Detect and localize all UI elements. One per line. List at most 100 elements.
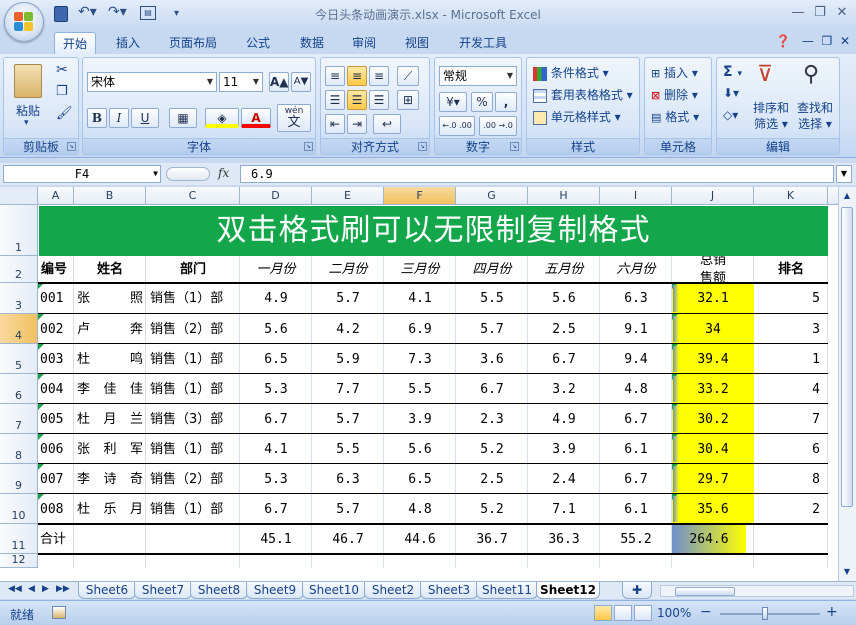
decrease-decimal-button[interactable]: .00 →.0 bbox=[479, 116, 517, 136]
comma-button[interactable]: , bbox=[495, 92, 517, 112]
record-month-5[interactable]: 2.5 bbox=[528, 314, 600, 344]
prev-sheet-icon[interactable]: ◀ bbox=[28, 584, 35, 594]
paste-button[interactable]: 粘贴 bbox=[16, 102, 40, 119]
bold-button[interactable]: B bbox=[87, 108, 107, 128]
record-month-6[interactable]: 9.4 bbox=[600, 344, 672, 374]
select-all-corner[interactable] bbox=[0, 187, 38, 205]
clear-icon[interactable]: ◇▾ bbox=[723, 108, 738, 122]
record-rank[interactable]: 7 bbox=[754, 404, 828, 434]
underline-button[interactable]: U bbox=[131, 108, 159, 128]
office-button[interactable] bbox=[4, 2, 44, 42]
percent-button[interactable]: % bbox=[471, 92, 493, 112]
clipboard-launcher-icon[interactable]: ↘ bbox=[67, 142, 76, 151]
record-month-6[interactable]: 6.7 bbox=[600, 464, 672, 494]
record-month-4[interactable]: 3.6 bbox=[456, 344, 528, 374]
record-month-2[interactable]: 5.5 bbox=[312, 434, 384, 464]
record-month-5[interactable]: 2.4 bbox=[528, 464, 600, 494]
header-month-5[interactable]: 五月份 bbox=[528, 256, 600, 283]
column-header-a[interactable]: A bbox=[38, 187, 74, 205]
next-sheet-icon[interactable]: ▶ bbox=[42, 584, 49, 594]
record-month-6[interactable]: 9.1 bbox=[600, 314, 672, 344]
row-header-7[interactable]: 7 bbox=[0, 404, 38, 434]
totals-month-2[interactable]: 46.7 bbox=[312, 524, 384, 554]
record-month-2[interactable]: 5.9 bbox=[312, 344, 384, 374]
record-month-4[interactable]: 6.7 bbox=[456, 374, 528, 404]
header-month-2[interactable]: 二月份 bbox=[312, 256, 384, 283]
header-total-sales[interactable]: 总销 售额 bbox=[672, 256, 754, 283]
record-month-5[interactable]: 3.9 bbox=[528, 434, 600, 464]
record-dept[interactable]: 销售（3）部 bbox=[146, 404, 240, 434]
name-box[interactable]: F4 ▼ bbox=[3, 165, 161, 183]
autosum-button[interactable]: Σ ▾ bbox=[723, 64, 742, 80]
sheet-tab-sheet10[interactable]: Sheet10 bbox=[302, 582, 366, 599]
record-month-1[interactable]: 5.6 bbox=[240, 314, 312, 344]
record-month-3[interactable]: 6.5 bbox=[384, 464, 456, 494]
header-rank[interactable]: 排名 bbox=[754, 256, 828, 283]
row-header-3[interactable]: 3 bbox=[0, 283, 38, 314]
sheet-tab-sheet8[interactable]: Sheet8 bbox=[190, 582, 248, 599]
borders-icon[interactable]: ▦ bbox=[169, 108, 197, 128]
shrink-font-icon[interactable]: A▼ bbox=[291, 72, 311, 92]
record-month-1[interactable]: 5.3 bbox=[240, 374, 312, 404]
record-month-2[interactable]: 7.7 bbox=[312, 374, 384, 404]
align-right-icon[interactable]: ☰ bbox=[369, 90, 389, 110]
header-id[interactable]: 编号 bbox=[38, 256, 74, 283]
macro-record-icon[interactable] bbox=[52, 606, 66, 619]
row-header-12[interactable]: 12 bbox=[0, 553, 38, 568]
column-header-i[interactable]: I bbox=[600, 187, 672, 205]
minimize-icon[interactable]: — bbox=[788, 4, 808, 22]
sheet-tab-sheet7[interactable]: Sheet7 bbox=[134, 582, 192, 599]
sheet-tab-sheet2[interactable]: Sheet2 bbox=[364, 582, 422, 599]
row-header-2[interactable]: 2 bbox=[0, 256, 38, 283]
restore-icon[interactable]: ❐ bbox=[810, 4, 830, 22]
tab-view[interactable]: 视图 bbox=[396, 32, 438, 54]
record-name[interactable]: 张利军 bbox=[74, 434, 146, 464]
totals-label[interactable]: 合计 bbox=[38, 524, 74, 554]
align-middle-icon[interactable]: ≡ bbox=[347, 66, 367, 86]
record-dept[interactable]: 销售（1）部 bbox=[146, 494, 240, 524]
record-rank[interactable]: 1 bbox=[754, 344, 828, 374]
tab-data[interactable]: 数据 bbox=[290, 32, 334, 54]
formula-input[interactable]: 6.9 bbox=[240, 165, 834, 183]
fill-icon[interactable]: ⬇▾ bbox=[723, 86, 739, 100]
delete-cells-button[interactable]: ⊠ 删除 ▾ bbox=[651, 86, 698, 103]
totals-month-3[interactable]: 44.6 bbox=[384, 524, 456, 554]
column-header-k[interactable]: K bbox=[754, 187, 828, 205]
record-month-5[interactable]: 6.7 bbox=[528, 344, 600, 374]
align-bottom-icon[interactable]: ≡ bbox=[369, 66, 389, 86]
sort-filter-icon[interactable]: ⊽ bbox=[757, 62, 773, 87]
header-month-1[interactable]: 一月份 bbox=[240, 256, 312, 283]
grow-font-icon[interactable]: A▲ bbox=[269, 72, 289, 92]
record-month-1[interactable]: 5.3 bbox=[240, 464, 312, 494]
cut-icon[interactable]: ✂ bbox=[56, 62, 68, 78]
record-total[interactable]: 32.1 bbox=[672, 283, 754, 314]
align-left-icon[interactable]: ☰ bbox=[325, 90, 345, 110]
totals-month-6[interactable]: 55.2 bbox=[600, 524, 672, 554]
format-cells-button[interactable]: ▤ 格式 ▾ bbox=[651, 108, 699, 125]
font-launcher-icon[interactable]: ↘ bbox=[304, 142, 313, 151]
record-month-5[interactable]: 4.9 bbox=[528, 404, 600, 434]
zoom-slider-thumb[interactable] bbox=[762, 607, 768, 620]
font-size-dropdown-icon[interactable]: ▼ bbox=[250, 73, 262, 91]
record-total[interactable]: 29.7 bbox=[672, 464, 754, 494]
record-dept[interactable]: 销售（1）部 bbox=[146, 434, 240, 464]
find-select-button[interactable]: 查找和 选择 ▾ bbox=[797, 100, 833, 132]
totals-month-1[interactable]: 45.1 bbox=[240, 524, 312, 554]
number-launcher-icon[interactable]: ↘ bbox=[510, 142, 519, 151]
header-month-3[interactable]: 三月份 bbox=[384, 256, 456, 283]
record-total[interactable]: 39.4 bbox=[672, 344, 754, 374]
insert-cells-button[interactable]: ⊞ 插入 ▾ bbox=[651, 64, 698, 81]
header-name[interactable]: 姓名 bbox=[74, 256, 146, 283]
record-month-4[interactable]: 2.5 bbox=[456, 464, 528, 494]
column-header-f[interactable]: F bbox=[384, 187, 456, 205]
row-header-8[interactable]: 8 bbox=[0, 434, 38, 464]
expand-formula-bar-icon[interactable]: ▼ bbox=[836, 165, 852, 183]
record-month-4[interactable]: 5.5 bbox=[456, 283, 528, 314]
header-month-6[interactable]: 六月份 bbox=[600, 256, 672, 283]
sheet-tab-sheet11[interactable]: Sheet11 bbox=[476, 582, 538, 599]
record-total[interactable]: 30.2 bbox=[672, 404, 754, 434]
record-month-4[interactable]: 2.3 bbox=[456, 404, 528, 434]
zoom-level[interactable]: 100% bbox=[657, 606, 691, 620]
record-month-3[interactable]: 4.8 bbox=[384, 494, 456, 524]
ribbon-close-icon[interactable]: ✕ bbox=[840, 34, 850, 48]
